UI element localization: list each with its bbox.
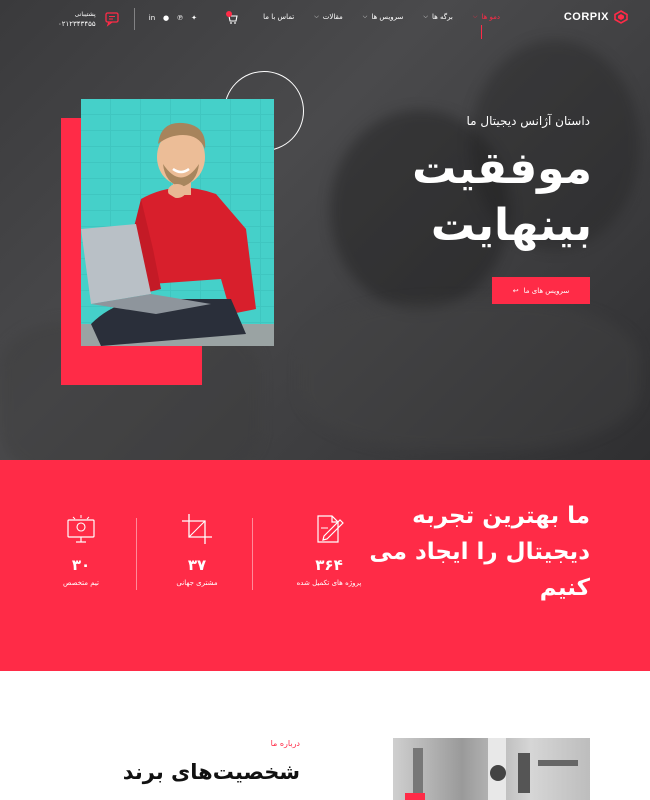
stat-item: ۳۰ تیم متخصص (26, 512, 136, 587)
hero-subtitle: داستان آژانس دیجیتال ما (466, 114, 591, 128)
stat-label: مشتری جهانی (176, 579, 218, 587)
stat-number: ۳۷ (187, 556, 207, 574)
crop-icon (182, 514, 212, 544)
menu-item-services[interactable]: سرویس ها ⌵ (363, 13, 404, 21)
our-services-button[interactable]: سرویس های ما ↩ (492, 277, 590, 304)
office-photo-illustration (413, 738, 578, 800)
chat-support-icon (105, 12, 119, 27)
cart-badge (226, 11, 232, 17)
about-photo (393, 738, 590, 800)
stat-number: ۳۶۴ (315, 556, 343, 574)
stat-number: ۳۰ (71, 556, 91, 574)
social-links: in ● ℗ ✦ (148, 14, 198, 22)
menu-item-label: مقالات (322, 13, 343, 21)
pinterest-icon[interactable]: ℗ (176, 14, 184, 22)
hero-section: CORPIX دمو ها ⌵ برگه ها ⌵ سرویس ها ⌵ مقا… (0, 0, 650, 460)
menu-item-demos[interactable]: دمو ها ⌵ (472, 13, 500, 39)
about-label: درباره ما (270, 739, 300, 748)
decorative-red-block (405, 793, 425, 800)
stat-label: پروژه های تکمیل شده (296, 579, 362, 587)
menu-item-label: دمو ها (481, 13, 500, 21)
hero-title: موفقیت بینهایت (412, 140, 592, 254)
logo-text: CORPIX (563, 11, 609, 23)
stats-section: ما بهترین تجربه دیجیتال را ایجاد می کنیم… (0, 460, 650, 671)
hero-photo (81, 99, 274, 346)
main-menu: دمو ها ⌵ برگه ها ⌵ سرویس ها ⌵ مقالات ⌵ ت… (263, 13, 500, 39)
about-title: شخصیت‌های برند (122, 760, 300, 784)
logo[interactable]: CORPIX (564, 10, 628, 24)
support-label: پشتیبانی (74, 11, 96, 18)
chevron-down-icon: ⌵ (314, 13, 319, 20)
menu-item-pages[interactable]: برگه ها ⌵ (423, 13, 453, 21)
stat-divider (252, 518, 253, 590)
hero-background-table (300, 300, 640, 450)
stats-title: ما بهترین تجربه دیجیتال را ایجاد می کنیم (369, 503, 590, 601)
menu-item-label: برگه ها (431, 13, 453, 21)
document-edit-icon (317, 515, 344, 543)
logo-mark-icon (614, 10, 628, 24)
support-info[interactable]: پشتیبانی ۰۲۱۲۳۴۳۴۵۵ (58, 11, 96, 28)
linkedin-icon[interactable]: in (148, 14, 156, 22)
stat-item: ۳۷ مشتری جهانی (142, 512, 252, 587)
top-navigation: CORPIX دمو ها ⌵ برگه ها ⌵ سرویس ها ⌵ مقا… (0, 0, 650, 40)
chevron-down-icon: ⌵ (362, 13, 368, 20)
man-with-laptop-illustration (81, 99, 274, 346)
arrow-left-icon: ↩ (512, 286, 519, 295)
header-divider (134, 8, 135, 30)
menu-item-articles[interactable]: مقالات ⌵ (314, 13, 343, 21)
hero-title-line2: بینهایت (430, 200, 592, 251)
stat-label: تیم متخصص (63, 579, 99, 587)
chevron-down-icon: ⌵ (423, 13, 428, 20)
twitter-icon[interactable]: ✦ (190, 14, 198, 22)
chevron-down-icon: ⌵ (472, 13, 478, 20)
github-icon[interactable]: ● (162, 14, 170, 22)
stat-item: ۳۶۴ پروژه های تکمیل شده (274, 512, 384, 587)
menu-item-label: سرویس ها (371, 13, 404, 21)
button-label: سرویس های ما (523, 286, 570, 295)
support-phone: ۰۲۱۲۳۴۳۴۵۵ (58, 20, 96, 28)
menu-item-label: تماس با ما (263, 13, 295, 21)
menu-item-contact[interactable]: تماس با ما (263, 13, 294, 21)
stat-divider (136, 518, 137, 590)
monitor-bulb-icon (67, 515, 95, 543)
hero-title-line1: موفقیت (412, 143, 592, 194)
